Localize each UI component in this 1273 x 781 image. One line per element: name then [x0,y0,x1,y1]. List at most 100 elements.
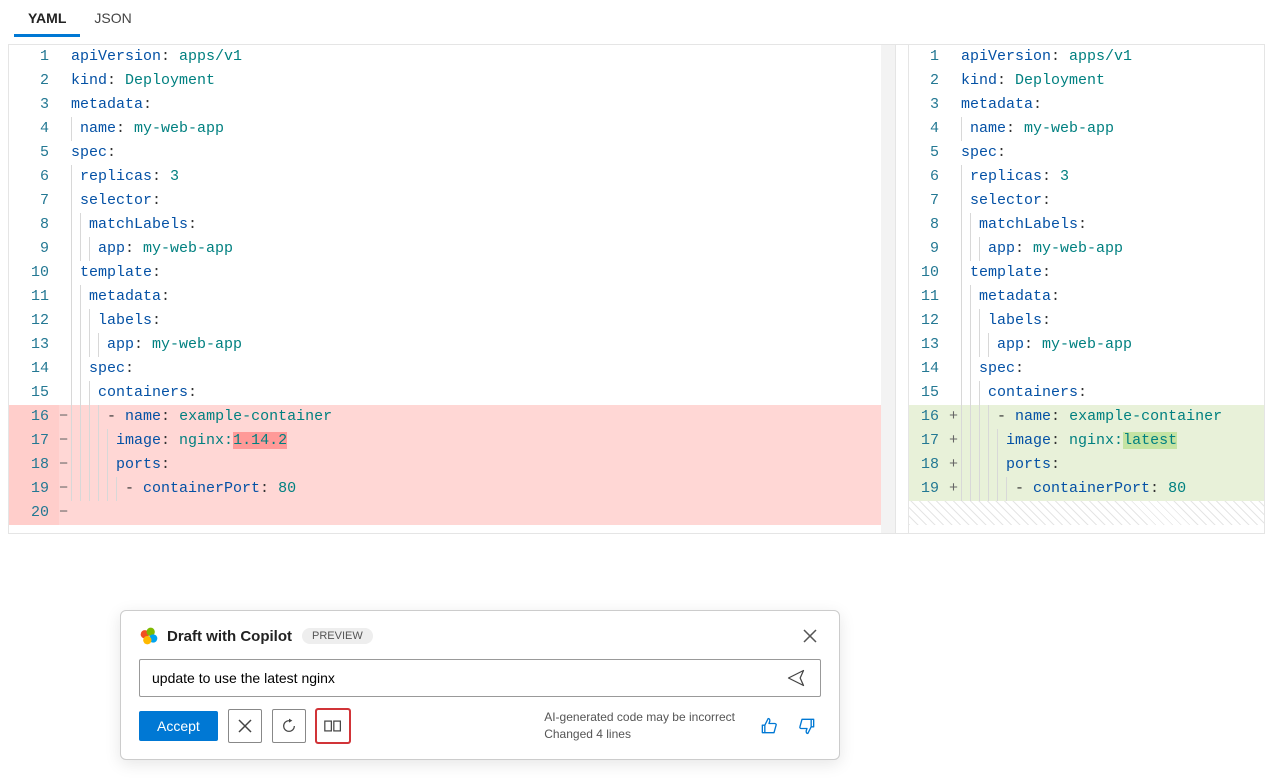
diff-splitter[interactable] [895,45,909,533]
line-number: 7 [9,189,59,213]
line-number: 14 [9,357,59,381]
line-number: 8 [9,213,59,237]
diff-sign [949,285,961,309]
send-icon[interactable] [782,664,810,692]
diff-sign [59,237,71,261]
code-line[interactable]: 9app: my-web-app [9,237,895,261]
line-number: 18 [9,453,59,477]
overview-ruler [881,45,895,533]
format-tabs: YAML JSON [0,0,1273,38]
code-line[interactable]: 16−- name: example-container [9,405,895,429]
code-line[interactable]: 11metadata: [909,285,1264,309]
code-line[interactable]: 1apiVersion: apps/v1 [909,45,1264,69]
line-number: 17 [909,429,949,453]
discard-button[interactable] [228,709,262,743]
code-content: metadata: [961,93,1042,117]
copilot-actions: Accept AI-generated code may be incorrec… [139,709,821,743]
copilot-prompt-input[interactable] [150,669,782,687]
ai-disclaimer: AI-generated code may be incorrect [544,709,735,726]
code-line[interactable]: 14spec: [9,357,895,381]
preview-badge: PREVIEW [302,628,373,644]
code-content: app: my-web-app [988,237,1123,261]
code-line[interactable]: 3metadata: [9,93,895,117]
thumbs-up-icon[interactable] [755,712,783,740]
toggle-diff-view-button[interactable] [316,709,350,743]
code-line[interactable]: 7 selector: [9,189,895,213]
code-line[interactable]: 16+- name: example-container [909,405,1264,429]
code-line[interactable]: 6replicas: 3 [9,165,895,189]
code-line[interactable]: 5spec: [909,141,1264,165]
code-line[interactable]: 18−ports: [9,453,895,477]
code-line[interactable]: 4 name: my-web-app [9,117,895,141]
code-line[interactable]: 7selector: [909,189,1264,213]
code-line[interactable]: 12labels: [9,309,895,333]
code-line[interactable]: 10template: [9,261,895,285]
line-number: 4 [9,117,59,141]
diff-sign [59,357,71,381]
code-line[interactable]: 4name: my-web-app [909,117,1264,141]
diff-sign [949,333,961,357]
code-line[interactable]: 14 spec: [909,357,1264,381]
code-content: - containerPort: 80 [1015,477,1186,501]
diff-sign [949,213,961,237]
line-number: 10 [9,261,59,285]
code-line[interactable]: 9app: my-web-app [909,237,1264,261]
accept-button[interactable]: Accept [139,711,218,741]
diff-sign [59,45,71,69]
code-line[interactable]: 3metadata: [909,93,1264,117]
line-number: 12 [909,309,949,333]
copilot-header: Draft with Copilot PREVIEW [139,625,821,647]
line-number: 5 [909,141,949,165]
diff-sign [949,189,961,213]
diff-sign [949,381,961,405]
copilot-logo-icon [139,626,159,646]
code-line[interactable]: 13app: my-web-app [9,333,895,357]
code-line[interactable]: 19−- containerPort: 80 [9,477,895,501]
line-number: 10 [909,261,949,285]
code-content: selector: [80,189,161,213]
line-number: 13 [909,333,949,357]
code-line[interactable]: 19+- containerPort: 80 [909,477,1264,501]
code-content: - containerPort: 80 [125,477,296,501]
code-line[interactable]: 10template: [909,261,1264,285]
code-content: spec: [71,141,116,165]
regenerate-button[interactable] [272,709,306,743]
code-line[interactable]: 2kind: Deployment [9,69,895,93]
code-line[interactable]: 17−image: nginx:1.14.2 [9,429,895,453]
code-content: metadata: [71,93,152,117]
diff-sign [949,357,961,381]
code-line[interactable]: 11metadata: [9,285,895,309]
diff-sign: + [949,429,961,453]
code-line[interactable]: 17+image: nginx:latest [909,429,1264,453]
diff-sign [59,333,71,357]
code-line[interactable]: 15containers: [909,381,1264,405]
code-line[interactable]: 1apiVersion: apps/v1 [9,45,895,69]
code-line[interactable]: 12 labels: [909,309,1264,333]
line-number: 8 [909,213,949,237]
code-line[interactable]: 8matchLabels: [909,213,1264,237]
line-number: 14 [909,357,949,381]
code-content: apiVersion: apps/v1 [71,45,242,69]
code-content: spec: [979,357,1024,381]
diff-sign: + [949,405,961,429]
diff-sign [949,261,961,285]
tab-yaml[interactable]: YAML [14,0,80,37]
tab-json[interactable]: JSON [80,0,145,37]
diff-right-pane[interactable]: 1apiVersion: apps/v12kind: Deployment3me… [909,45,1264,533]
code-line[interactable]: 13app: my-web-app [909,333,1264,357]
diff-left-pane[interactable]: 1apiVersion: apps/v12kind: Deployment3me… [9,45,895,533]
code-line[interactable]: 2kind: Deployment [909,69,1264,93]
code-content: name: my-web-app [80,117,224,141]
code-line[interactable]: 5spec: [9,141,895,165]
code-line[interactable]: 15containers: [9,381,895,405]
close-icon[interactable] [799,625,821,647]
thumbs-down-icon[interactable] [793,712,821,740]
code-line[interactable]: 8matchLabels: [9,213,895,237]
code-content: - name: example-container [997,405,1222,429]
code-content: labels: [988,309,1051,333]
diff-sign: − [59,405,71,429]
copilot-title: Draft with Copilot [167,628,292,645]
code-line[interactable]: 6replicas: 3 [909,165,1264,189]
code-line[interactable]: 20− [9,501,895,525]
code-line[interactable]: 18+ports: [909,453,1264,477]
